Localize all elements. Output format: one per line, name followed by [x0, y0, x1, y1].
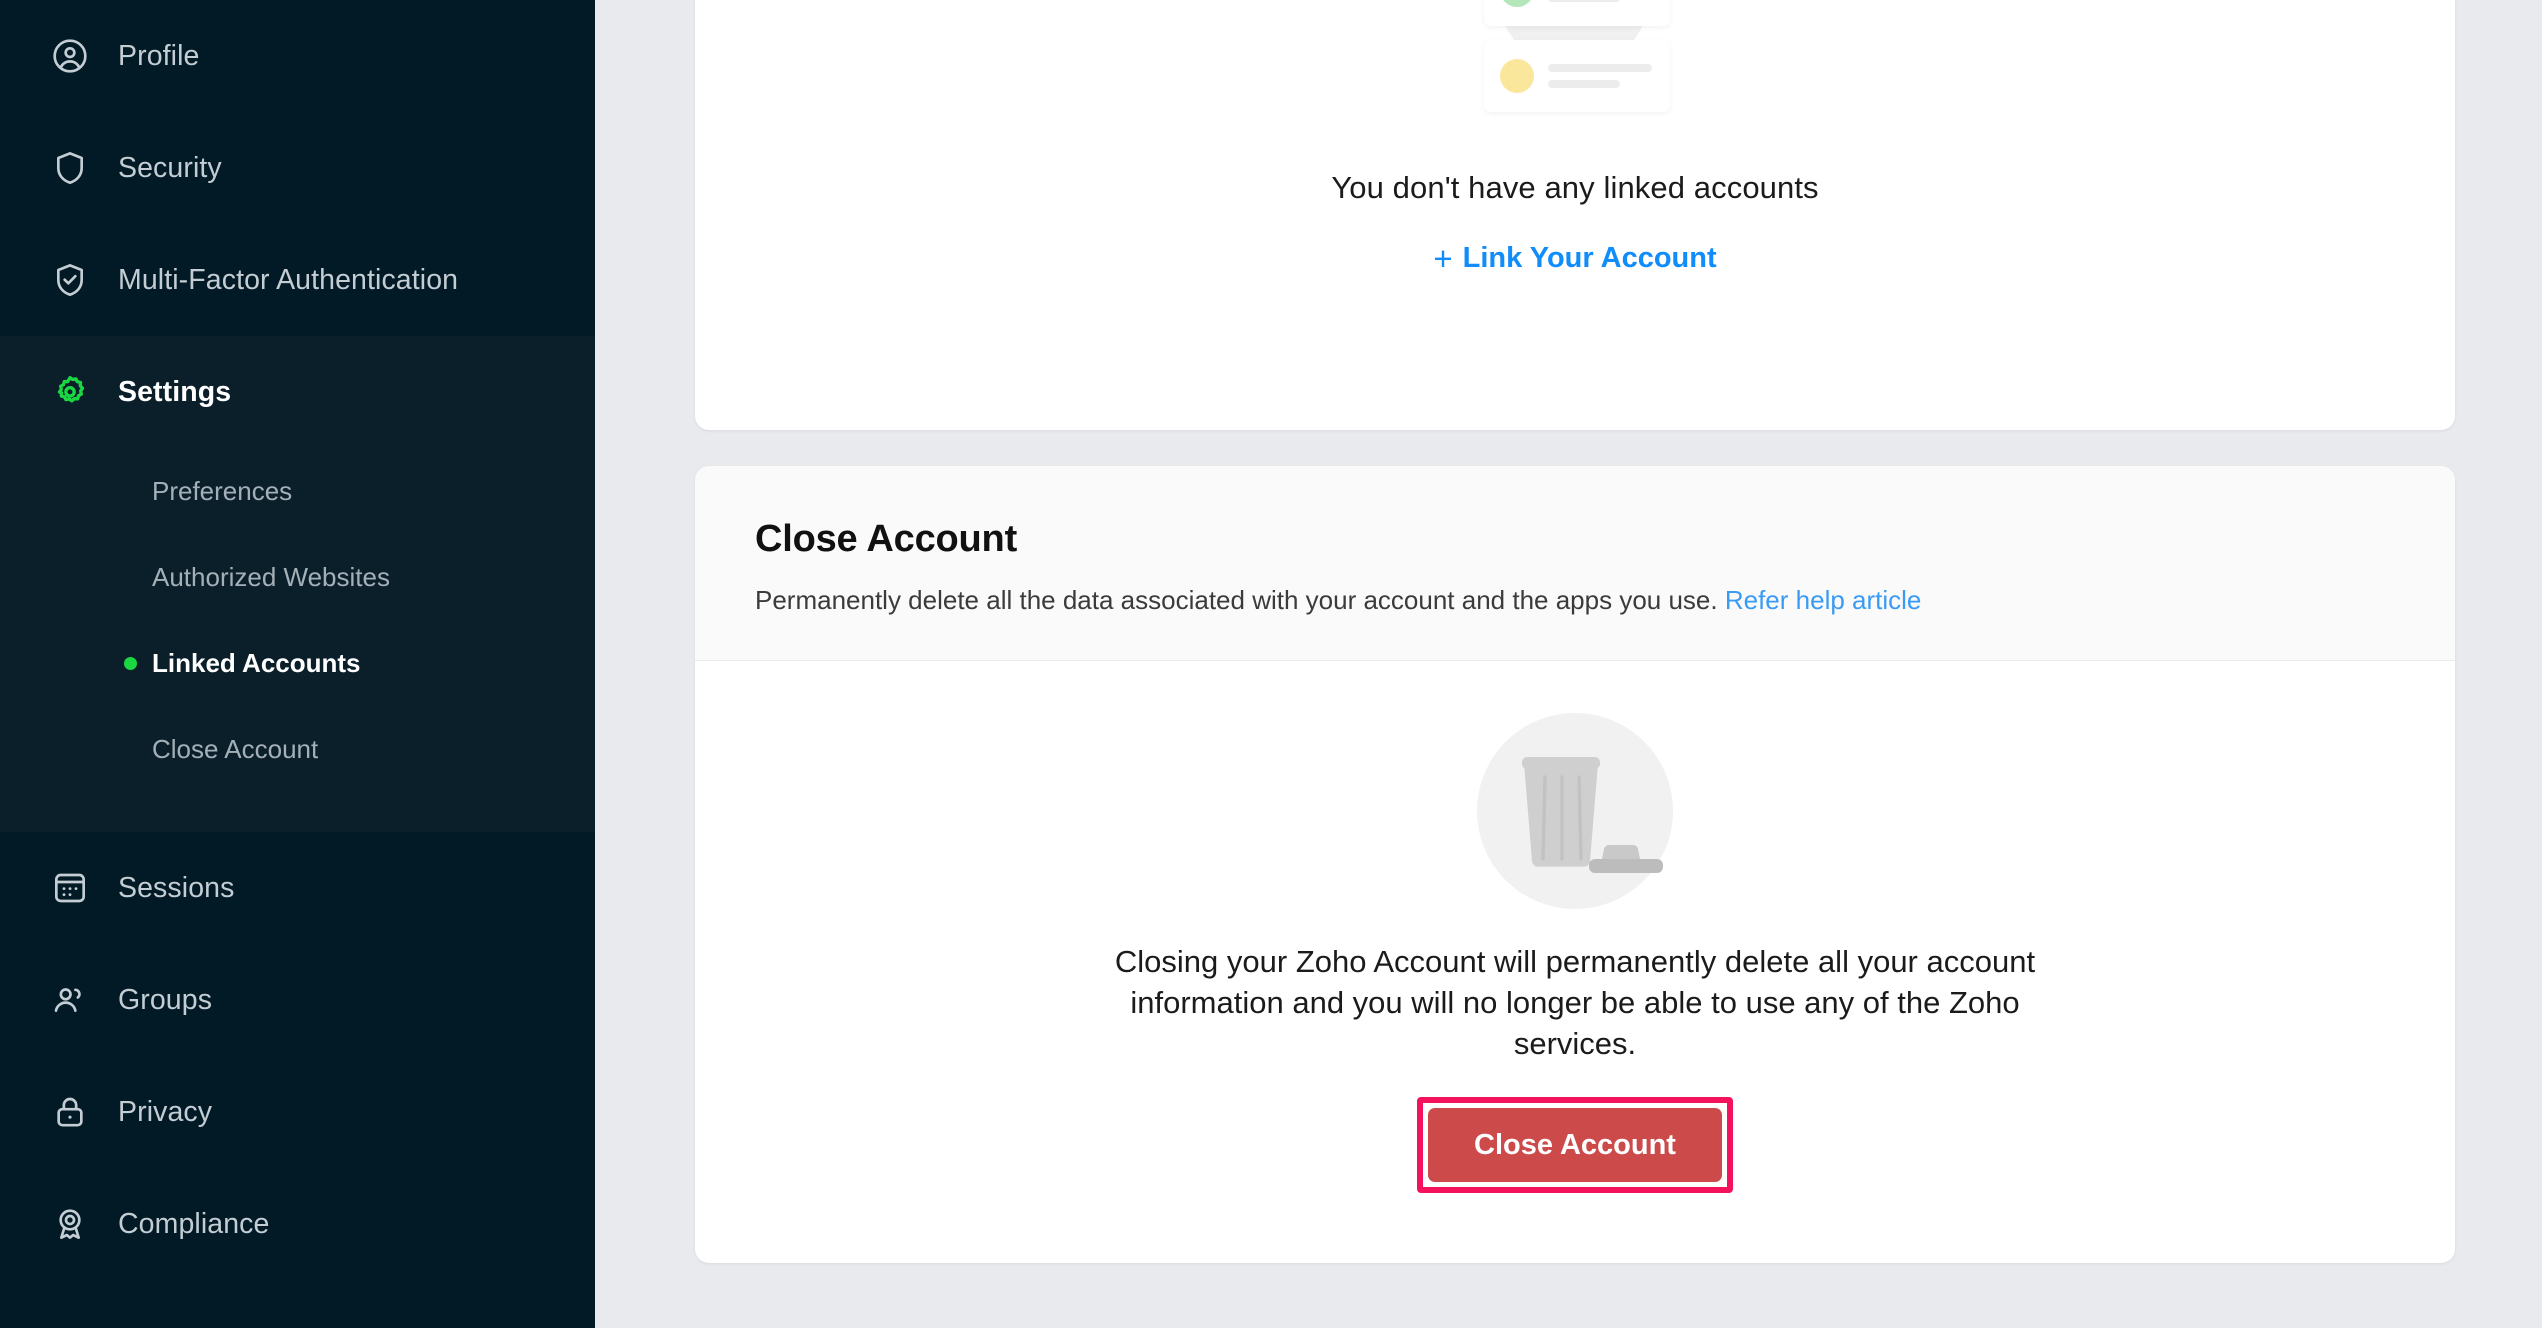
shield-icon — [50, 148, 90, 188]
illustration-account-row — [1484, 40, 1670, 112]
sidebar-subitem-linked-accounts[interactable]: Linked Accounts — [0, 620, 595, 706]
sidebar-subitem-authorized-websites[interactable]: Authorized Websites — [0, 534, 595, 620]
close-account-button-highlight: Close Account — [1417, 1096, 1733, 1193]
active-dot-icon — [124, 656, 137, 670]
empty-state-title: You don't have any linked accounts — [1331, 170, 1819, 205]
linked-accounts-empty-illustration — [1470, 0, 1680, 152]
sidebar-subitem-close-account[interactable]: Close Account — [0, 706, 595, 792]
close-account-description: Closing your Zoho Account will permanent… — [1114, 944, 2036, 1062]
sidebar-item-multi-factor-authentication[interactable]: Multi-Factor Authentication — [0, 224, 595, 336]
sidebar-item-compliance[interactable]: Compliance — [0, 1168, 595, 1280]
close-account-subtitle-text: Permanently delete all the data associat… — [755, 585, 1718, 615]
sidebar-item-label: Sessions — [118, 871, 235, 904]
lock-icon — [50, 1092, 90, 1132]
sidebar-item-label: Multi-Factor Authentication — [118, 263, 459, 296]
sidebar-subitem-label: Close Account — [152, 733, 319, 764]
sidebar: Profile Security Multi-Factor Authentica… — [0, 0, 595, 1328]
refer-help-article-link[interactable]: Refer help article — [1725, 585, 1922, 615]
sidebar-item-label: Settings — [118, 375, 232, 408]
illustration-avatar-dot — [1500, 0, 1534, 7]
sidebar-item-label: Compliance — [118, 1207, 270, 1240]
settings-submenu: Preferences Authorized Websites Linked A… — [0, 448, 595, 832]
user-circle-icon — [50, 36, 90, 76]
page-title: Close Account — [755, 518, 1018, 560]
close-account-card: Close Account Permanently delete all the… — [695, 466, 2455, 1263]
illustration-bar — [1548, 64, 1652, 72]
app-root: Profile Security Multi-Factor Authentica… — [0, 0, 2542, 1328]
illustration-text-bars — [1548, 64, 1652, 88]
sidebar-group-settings: Settings Preferences Authorized Websites… — [0, 336, 595, 832]
sidebar-item-security[interactable]: Security — [0, 112, 595, 224]
illustration-avatar-dot — [1500, 59, 1534, 93]
link-your-account-label: Link Your Account — [1462, 242, 1717, 274]
users-icon — [50, 980, 90, 1020]
close-account-card-body: Closing your Zoho Account will permanent… — [695, 661, 2455, 1193]
close-account-subtitle: Permanently delete all the data associat… — [755, 585, 2395, 616]
window-sessions-icon — [50, 868, 90, 908]
sidebar-item-label: Groups — [118, 983, 213, 1016]
sidebar-subitem-preferences[interactable]: Preferences — [0, 448, 595, 534]
trash-can-glyph — [1522, 757, 1663, 873]
sidebar-item-label: Privacy — [118, 1095, 213, 1128]
link-your-account-button[interactable]: + Link Your Account — [1433, 242, 1716, 275]
illustration-text-bars — [1548, 0, 1652, 2]
award-ribbon-icon — [50, 1204, 90, 1244]
illustration-account-row — [1484, 0, 1670, 26]
sidebar-subitem-label: Preferences — [152, 475, 293, 506]
gear-icon — [50, 372, 90, 412]
close-account-button[interactable]: Close Account — [1428, 1107, 1722, 1182]
plus-icon: + — [1433, 240, 1453, 277]
sidebar-item-label: Security — [118, 151, 222, 184]
sidebar-subitem-label: Linked Accounts — [152, 647, 361, 678]
linked-accounts-card: You don't have any linked accounts + Lin… — [695, 0, 2455, 430]
main-content: You don't have any linked accounts + Lin… — [595, 0, 2542, 1328]
shield-check-icon — [50, 260, 90, 300]
close-account-card-header: Close Account Permanently delete all the… — [695, 466, 2455, 661]
illustration-bar — [1548, 0, 1620, 2]
illustration-bar — [1548, 80, 1620, 88]
sidebar-item-privacy[interactable]: Privacy — [0, 1056, 595, 1168]
sidebar-item-sessions[interactable]: Sessions — [0, 832, 595, 944]
sidebar-item-profile[interactable]: Profile — [0, 0, 595, 112]
sidebar-item-settings[interactable]: Settings — [0, 336, 595, 448]
trash-can-illustration — [1477, 713, 1673, 909]
sidebar-item-label: Profile — [118, 39, 200, 72]
sidebar-item-groups[interactable]: Groups — [0, 944, 595, 1056]
sidebar-subitem-label: Authorized Websites — [152, 561, 390, 592]
